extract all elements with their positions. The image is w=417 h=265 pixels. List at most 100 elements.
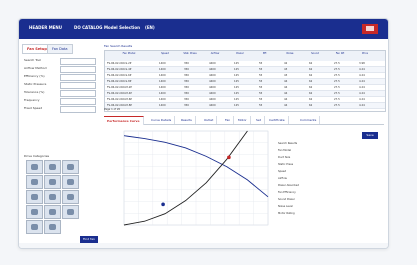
column-header: Power — [236, 52, 244, 55]
tab-performance-curve[interactable]: Performance Curve — [104, 116, 144, 125]
tab-set[interactable]: Set — [253, 116, 265, 124]
sidebar: Fan Setup Fan Data Search Tool Airflow M… — [22, 44, 102, 243]
tab-fan[interactable]: Fan — [222, 116, 235, 124]
column-header: Fan Wt — [335, 52, 345, 55]
fan-type-thumbnail[interactable] — [44, 190, 61, 204]
detail-line: Fan Model — [278, 149, 292, 152]
cell: 27.5 — [334, 80, 340, 83]
fan-type-thumbnail[interactable] — [44, 175, 61, 189]
cell: 350 — [184, 98, 189, 101]
cell: 27.5 — [334, 86, 340, 89]
cell-model: FS-06-02-C60-M-6P — [107, 98, 132, 101]
fan-type-thumbnail[interactable] — [62, 190, 79, 204]
tab-motor[interactable]: Motor — [235, 116, 251, 124]
fan-type-thumbnail[interactable] — [62, 175, 79, 189]
cell: 4.24 — [359, 80, 365, 83]
nav-item-3[interactable]: Model Selection — [104, 25, 140, 30]
input-box[interactable] — [60, 90, 96, 97]
app-window: HEADER MENU DO CATALOG Model Selection (… — [18, 18, 389, 249]
fan-type-thumbnail[interactable] — [44, 220, 61, 234]
nav-item-1[interactable]: HEADER MENU — [29, 25, 62, 30]
find-fan-button[interactable]: Find fan — [80, 236, 98, 243]
detail-line: Power Absorbed — [278, 184, 299, 187]
input-box[interactable] — [60, 82, 96, 89]
fan-type-thumbnail[interactable] — [26, 160, 43, 174]
cell: 4400 — [209, 68, 216, 71]
fan-type-thumbnail[interactable] — [44, 160, 61, 174]
tab-results[interactable]: Results — [178, 116, 196, 124]
table-title: Fan Search Results — [104, 44, 133, 48]
cell: 43 — [284, 74, 288, 77]
cell: 125 — [234, 86, 239, 89]
details-panel: Save Search Results Fan Model Duct Size … — [278, 126, 382, 244]
detail-line: Airflow — [278, 177, 287, 180]
operating-point-1 — [161, 202, 165, 207]
cell: 4400 — [209, 80, 216, 83]
pager[interactable]: Page 1 of 20 — [104, 108, 384, 113]
chart-svg — [123, 130, 269, 226]
field-label: Efficiency (%) — [24, 74, 45, 78]
cell-model: FS-06-02-C60-M-8P — [107, 104, 132, 107]
field-label: Airflow Method — [24, 66, 47, 70]
cell: 4400 — [209, 98, 216, 101]
cell: 350 — [184, 80, 189, 83]
flag-icon[interactable] — [362, 24, 378, 34]
cell: 27.5 — [334, 62, 340, 65]
tab-certificate[interactable]: Certificate — [266, 116, 289, 124]
fan-type-thumbnail[interactable] — [26, 220, 43, 234]
cell: 62 — [309, 98, 313, 101]
detail-line: Search Results — [278, 142, 298, 145]
cell-model: FS-06-02-C60-S-8P — [107, 80, 132, 83]
cell: 55 — [259, 68, 263, 71]
fan-type-thumbnail[interactable] — [62, 205, 79, 219]
cell: 4.24 — [359, 92, 365, 95]
cell: 350 — [184, 104, 189, 107]
fan-type-thumbnail[interactable] — [26, 205, 43, 219]
nav-item-2[interactable]: DO CATALOG — [74, 25, 102, 30]
checkbox[interactable] — [60, 106, 96, 113]
cell: 62 — [309, 92, 313, 95]
cell: 55 — [259, 92, 263, 95]
cell: 4400 — [209, 62, 216, 65]
field-label: Fixed Speed — [24, 106, 43, 110]
detail-line: Fan Efficiency — [278, 191, 296, 194]
cell: 125 — [234, 92, 239, 95]
detail-line: Speed — [278, 170, 287, 173]
column-header: Noise — [286, 52, 294, 55]
detail-line: Noise Level — [278, 205, 293, 208]
column-header: Eff. — [262, 52, 268, 55]
detail-line: Static Press — [278, 163, 294, 166]
input-box[interactable] — [60, 74, 96, 81]
cell: 125 — [234, 68, 239, 71]
cell: 27.5 — [334, 68, 340, 71]
fan-type-thumbnail[interactable] — [26, 175, 43, 189]
save-button[interactable]: Save — [362, 132, 378, 139]
tab-curve-details[interactable]: Curve Details — [148, 116, 176, 124]
input-box[interactable] — [60, 98, 96, 105]
input-box[interactable] — [60, 66, 96, 73]
cell-model: FS-06-02-C60-M-2P — [107, 86, 132, 89]
tab-fan-data[interactable]: Fan Data — [47, 44, 73, 54]
fan-type-thumbnail[interactable] — [62, 160, 79, 174]
cell: 4.24 — [359, 68, 365, 71]
cell: 44 — [284, 86, 288, 89]
nav-item-4[interactable]: (EN) — [145, 25, 155, 30]
cell: 42 — [284, 62, 288, 65]
cell: 55 — [259, 104, 263, 107]
cell: 1400 — [159, 92, 166, 95]
tab-outlet[interactable]: Outlet — [201, 116, 218, 124]
cell: 125 — [234, 80, 239, 83]
cell: 4400 — [209, 104, 216, 107]
field-label: Tolerance (%) — [24, 90, 45, 94]
cell: 4.24 — [359, 98, 365, 101]
performance-chart — [104, 125, 274, 243]
select-box[interactable] — [60, 58, 96, 65]
cell: 1400 — [159, 74, 166, 77]
main-content: Fan Search Results Fan Model Speed Stat.… — [104, 44, 386, 244]
cell: 62 — [309, 86, 313, 89]
fan-type-thumbnail[interactable] — [44, 205, 61, 219]
tab-comments[interactable]: Comments — [297, 116, 321, 124]
fan-type-thumbnail[interactable] — [26, 190, 43, 204]
cell: 1400 — [159, 104, 166, 107]
cell: 27.5 — [334, 74, 340, 77]
